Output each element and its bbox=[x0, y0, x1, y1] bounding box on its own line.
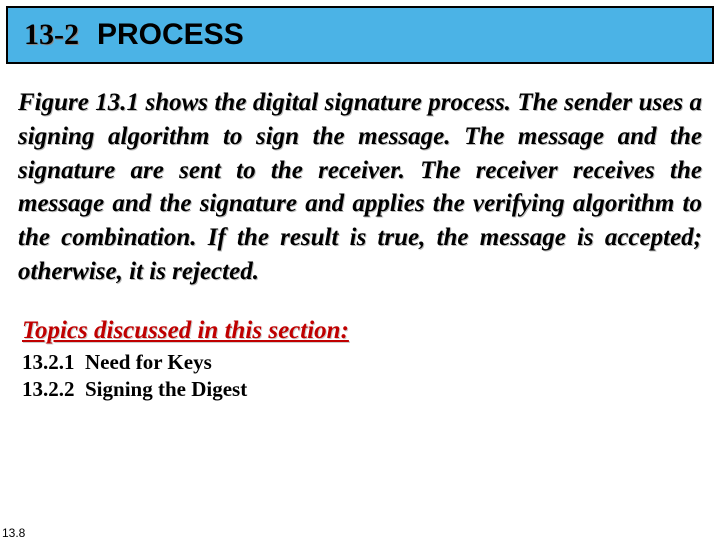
section-number: 13-2 bbox=[24, 18, 79, 52]
section-title: PROCESS bbox=[97, 18, 244, 52]
header-content: 13-2 PROCESS bbox=[24, 18, 696, 52]
list-item: 13.2.2 Signing the Digest bbox=[22, 376, 702, 403]
topics-heading: Topics discussed in this section: bbox=[0, 289, 720, 345]
list-item: 13.2.1 Need for Keys bbox=[22, 349, 702, 376]
section-header: 13-2 PROCESS bbox=[6, 6, 714, 64]
topics-list: 13.2.1 Need for Keys 13.2.2 Signing the … bbox=[0, 345, 720, 404]
body-paragraph: Figure 13.1 shows the digital signature … bbox=[0, 64, 720, 289]
page-number: 13.8 bbox=[2, 526, 25, 540]
